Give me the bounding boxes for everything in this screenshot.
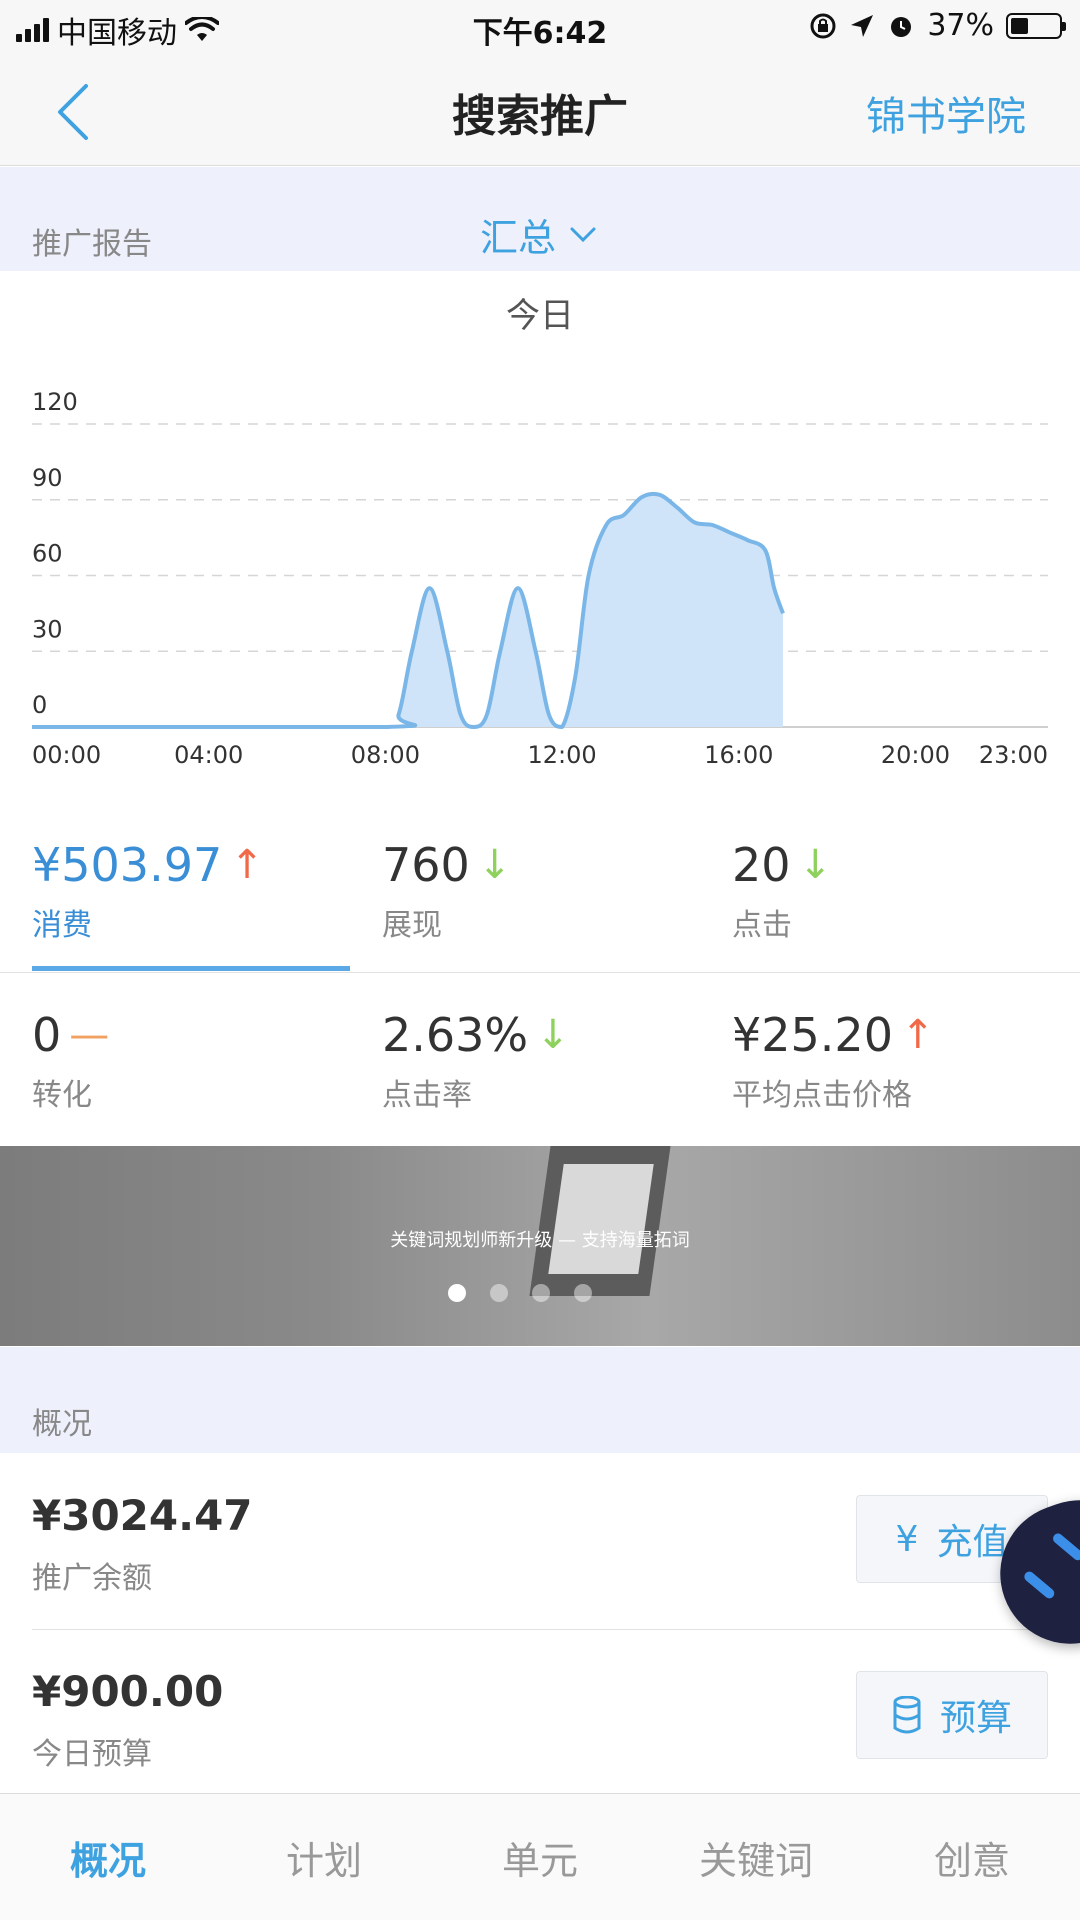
metrics-panel: ¥503.97 ↑ 消费 760 ↓ 展现 20 ↓ 点击 0— 转化 2.63% ↓ … xyxy=(0,800,1080,1148)
overview-header: 概况 xyxy=(0,1347,1080,1453)
budget-amount: ¥900.00 xyxy=(32,1667,224,1716)
budget-button[interactable]: 预算 xyxy=(856,1671,1048,1759)
metric-value: ¥503.97 xyxy=(32,838,223,892)
metric-ctr[interactable]: 2.63% ↓ 点击率 xyxy=(382,1008,712,1114)
metric-label: 点击 xyxy=(732,908,792,943)
metric-clicks[interactable]: 20 ↓ 点击 xyxy=(732,838,1062,944)
metric-label: 转化 xyxy=(32,1078,92,1113)
metric-value: 0 xyxy=(32,1008,62,1062)
banner-text: 关键词规划师新升级 — 支持海量拓词 xyxy=(390,1230,690,1251)
x-tick-label: 20:00 xyxy=(881,741,950,769)
trend-up-icon: ↑ xyxy=(230,842,264,888)
banner-dot[interactable] xyxy=(448,1284,466,1302)
battery-level xyxy=(1011,17,1029,34)
metric-conversions[interactable]: 0— 转化 xyxy=(32,1008,362,1114)
y-tick-label: 90 xyxy=(32,464,63,492)
overview-label: 概况 xyxy=(32,1407,92,1442)
metric-label: 展现 xyxy=(382,908,442,943)
summary-dropdown[interactable]: 汇总 xyxy=(480,207,596,262)
trend-up-icon: ↑ xyxy=(900,1012,935,1058)
location-icon xyxy=(851,14,874,37)
y-tick-label: 60 xyxy=(32,540,63,568)
battery-icon xyxy=(1006,12,1066,39)
budget-label: 今日预算 xyxy=(32,1737,152,1772)
tab-creatives[interactable]: 创意 xyxy=(864,1794,1080,1920)
x-tick-label: 12:00 xyxy=(528,741,597,769)
chevron-down-icon xyxy=(570,227,596,242)
overview-panel: ¥3024.47 推广余额 ¥ 充值 ¥900.00 今日预算 预算 xyxy=(0,1453,1080,1793)
y-tick-label: 30 xyxy=(32,615,63,643)
recharge-button-label: 充值 xyxy=(936,1522,1009,1563)
status-bar: 中国移动 下午6:42 37% xyxy=(0,0,1080,56)
budget-row: ¥900.00 今日预算 预算 xyxy=(0,1629,1080,1805)
summary-dropdown-label: 汇总 xyxy=(480,216,557,260)
trend-down-icon: ↓ xyxy=(798,842,833,888)
x-tick-label: 00:00 xyxy=(32,741,101,769)
metric-cost[interactable]: ¥503.97 ↑ 消费 xyxy=(32,838,362,944)
metric-label: 消费 xyxy=(32,908,92,943)
academy-link[interactable]: 锦书学院 xyxy=(866,84,1026,142)
assistant-eye xyxy=(1050,1531,1080,1563)
banner-pagination[interactable] xyxy=(448,1284,592,1302)
metric-label: 点击率 xyxy=(382,1078,472,1113)
rotation-lock-icon xyxy=(810,13,836,38)
metric-impressions[interactable]: 760 ↓ 展现 xyxy=(382,838,712,944)
y-tick-label: 0 xyxy=(32,691,47,719)
x-tick-label: 16:00 xyxy=(704,741,773,769)
status-right: 37% xyxy=(809,8,1066,43)
tab-bar: 概况 计划 单元 关键词 创意 xyxy=(0,1793,1080,1920)
balance-row: ¥3024.47 推广余额 ¥ 充值 xyxy=(0,1453,1080,1629)
metric-value: 760 xyxy=(382,838,470,892)
nav-bar: 搜索推广 锦书学院 xyxy=(0,56,1080,166)
balance-label: 推广余额 xyxy=(32,1561,152,1596)
tab-keywords[interactable]: 关键词 xyxy=(648,1794,864,1920)
metric-value: 2.63% xyxy=(382,1008,529,1062)
laptop-screen xyxy=(548,1164,654,1274)
x-tick-label: 08:00 xyxy=(351,741,420,769)
yen-icon: ¥ xyxy=(895,1518,919,1560)
series-area xyxy=(32,493,783,727)
x-tick-label: 23:00 xyxy=(979,741,1048,769)
report-header: 推广报告 汇总 xyxy=(0,167,1080,271)
metric-label: 平均点击价格 xyxy=(732,1078,912,1113)
chart-canvas: 120 90 60 30 0 00:00 04:00 08:00 12:00 16:00 20:00… xyxy=(31,388,1048,769)
metric-value: ¥25.20 xyxy=(732,1008,893,1062)
report-label: 推广报告 xyxy=(32,227,152,262)
banner-dot[interactable] xyxy=(490,1284,508,1302)
y-tick-label: 120 xyxy=(32,388,78,416)
banner-dot[interactable] xyxy=(574,1284,592,1302)
active-metric-indicator xyxy=(32,966,350,971)
alarm-icon xyxy=(891,16,912,37)
metric-avg-cpc[interactable]: ¥25.20 ↑ 平均点击价格 xyxy=(732,1008,1062,1114)
metric-value: 20 xyxy=(732,838,791,892)
budget-button-label: 预算 xyxy=(939,1698,1012,1739)
database-icon xyxy=(893,1696,921,1734)
trend-flat-icon: — xyxy=(69,1012,110,1058)
divider xyxy=(0,972,1080,973)
banner-dot[interactable] xyxy=(532,1284,550,1302)
assistant-eye xyxy=(1022,1569,1057,1601)
balance-amount: ¥3024.47 xyxy=(32,1491,253,1540)
trend-down-icon: ↓ xyxy=(477,842,512,888)
trend-down-icon: ↓ xyxy=(536,1012,570,1058)
tab-plans[interactable]: 计划 xyxy=(216,1794,432,1920)
tab-overview[interactable]: 概况 xyxy=(0,1794,216,1920)
tab-units[interactable]: 单元 xyxy=(432,1794,648,1920)
battery-percent: 37% xyxy=(927,8,994,43)
trend-chart[interactable]: 今日 120 90 60 30 0 00:00 04:00 08:00 12:00 16:00 20… xyxy=(0,272,1080,792)
x-tick-label: 04:00 xyxy=(174,741,243,769)
promo-banner[interactable]: 关键词规划师新升级 — 支持海量拓词 xyxy=(0,1146,1080,1346)
